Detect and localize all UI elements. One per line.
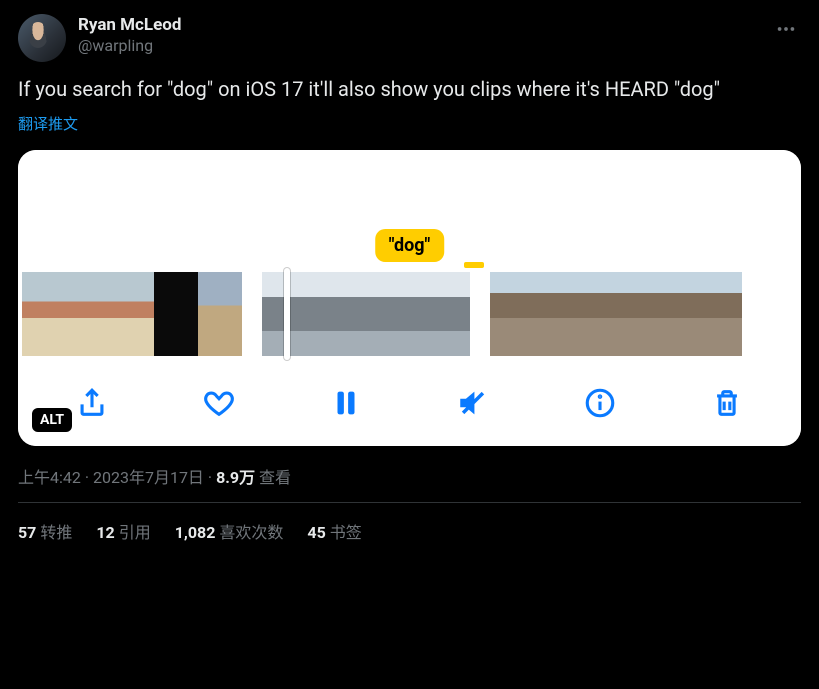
stats-row: 57转推 12 引用 1,082喜欢次数 45 书签 (18, 503, 801, 543)
media-toolbar (18, 364, 801, 446)
tweet-meta: 上午4:42 · 2023年7月17日 · 8.9万 查看 (18, 464, 801, 488)
avatar[interactable] (18, 14, 66, 62)
quotes-label: 引用 (119, 523, 151, 542)
quotes-count: 12 (96, 523, 114, 542)
media-card[interactable]: "dog" (18, 150, 801, 446)
tweet-container: Ryan McLeod @warpling If you search for … (0, 0, 819, 543)
search-tooltip: "dog" (375, 229, 445, 262)
share-icon[interactable] (71, 382, 113, 424)
tooltip-marker (464, 262, 484, 268)
clip-thumbnail[interactable] (262, 272, 470, 356)
alt-badge[interactable]: ALT (32, 408, 72, 432)
meta-time[interactable]: 上午4:42 (18, 468, 81, 487)
clip-thumbnail[interactable] (22, 272, 242, 356)
display-name: Ryan McLeod (78, 14, 771, 36)
likes-label: 喜欢次数 (219, 523, 283, 542)
likes-count: 1,082 (175, 523, 216, 542)
trash-icon[interactable] (706, 382, 748, 424)
author-names[interactable]: Ryan McLeod @warpling (78, 14, 771, 57)
tweet-header: Ryan McLeod @warpling (18, 14, 801, 62)
retweets-stat[interactable]: 57转推 (18, 519, 72, 543)
quotes-stat[interactable]: 12 引用 (96, 519, 150, 543)
bookmarks-count: 45 (307, 523, 325, 542)
retweets-label: 转推 (40, 523, 72, 542)
bookmarks-stat[interactable]: 45 书签 (307, 519, 361, 543)
clip-thumbnail[interactable] (490, 272, 742, 356)
views-count[interactable]: 8.9万 (216, 468, 255, 487)
meta-date[interactable]: 2023年7月17日 (93, 468, 204, 487)
more-icon[interactable] (771, 14, 801, 48)
translate-link[interactable]: 翻译推文 (18, 113, 78, 134)
bookmarks-label: 书签 (330, 523, 362, 542)
filmstrip (18, 270, 801, 364)
mute-icon[interactable] (452, 382, 494, 424)
views-label: 查看 (259, 468, 291, 487)
media-top: "dog" (18, 150, 801, 270)
likes-stat[interactable]: 1,082喜欢次数 (175, 519, 284, 543)
retweets-count: 57 (18, 523, 36, 542)
handle: @warpling (78, 36, 771, 57)
tweet-text: If you search for "dog" on iOS 17 it'll … (18, 76, 801, 103)
playhead-scrubber[interactable] (284, 268, 290, 360)
info-icon[interactable] (579, 382, 621, 424)
pause-icon[interactable] (325, 382, 367, 424)
heart-icon[interactable] (198, 382, 240, 424)
